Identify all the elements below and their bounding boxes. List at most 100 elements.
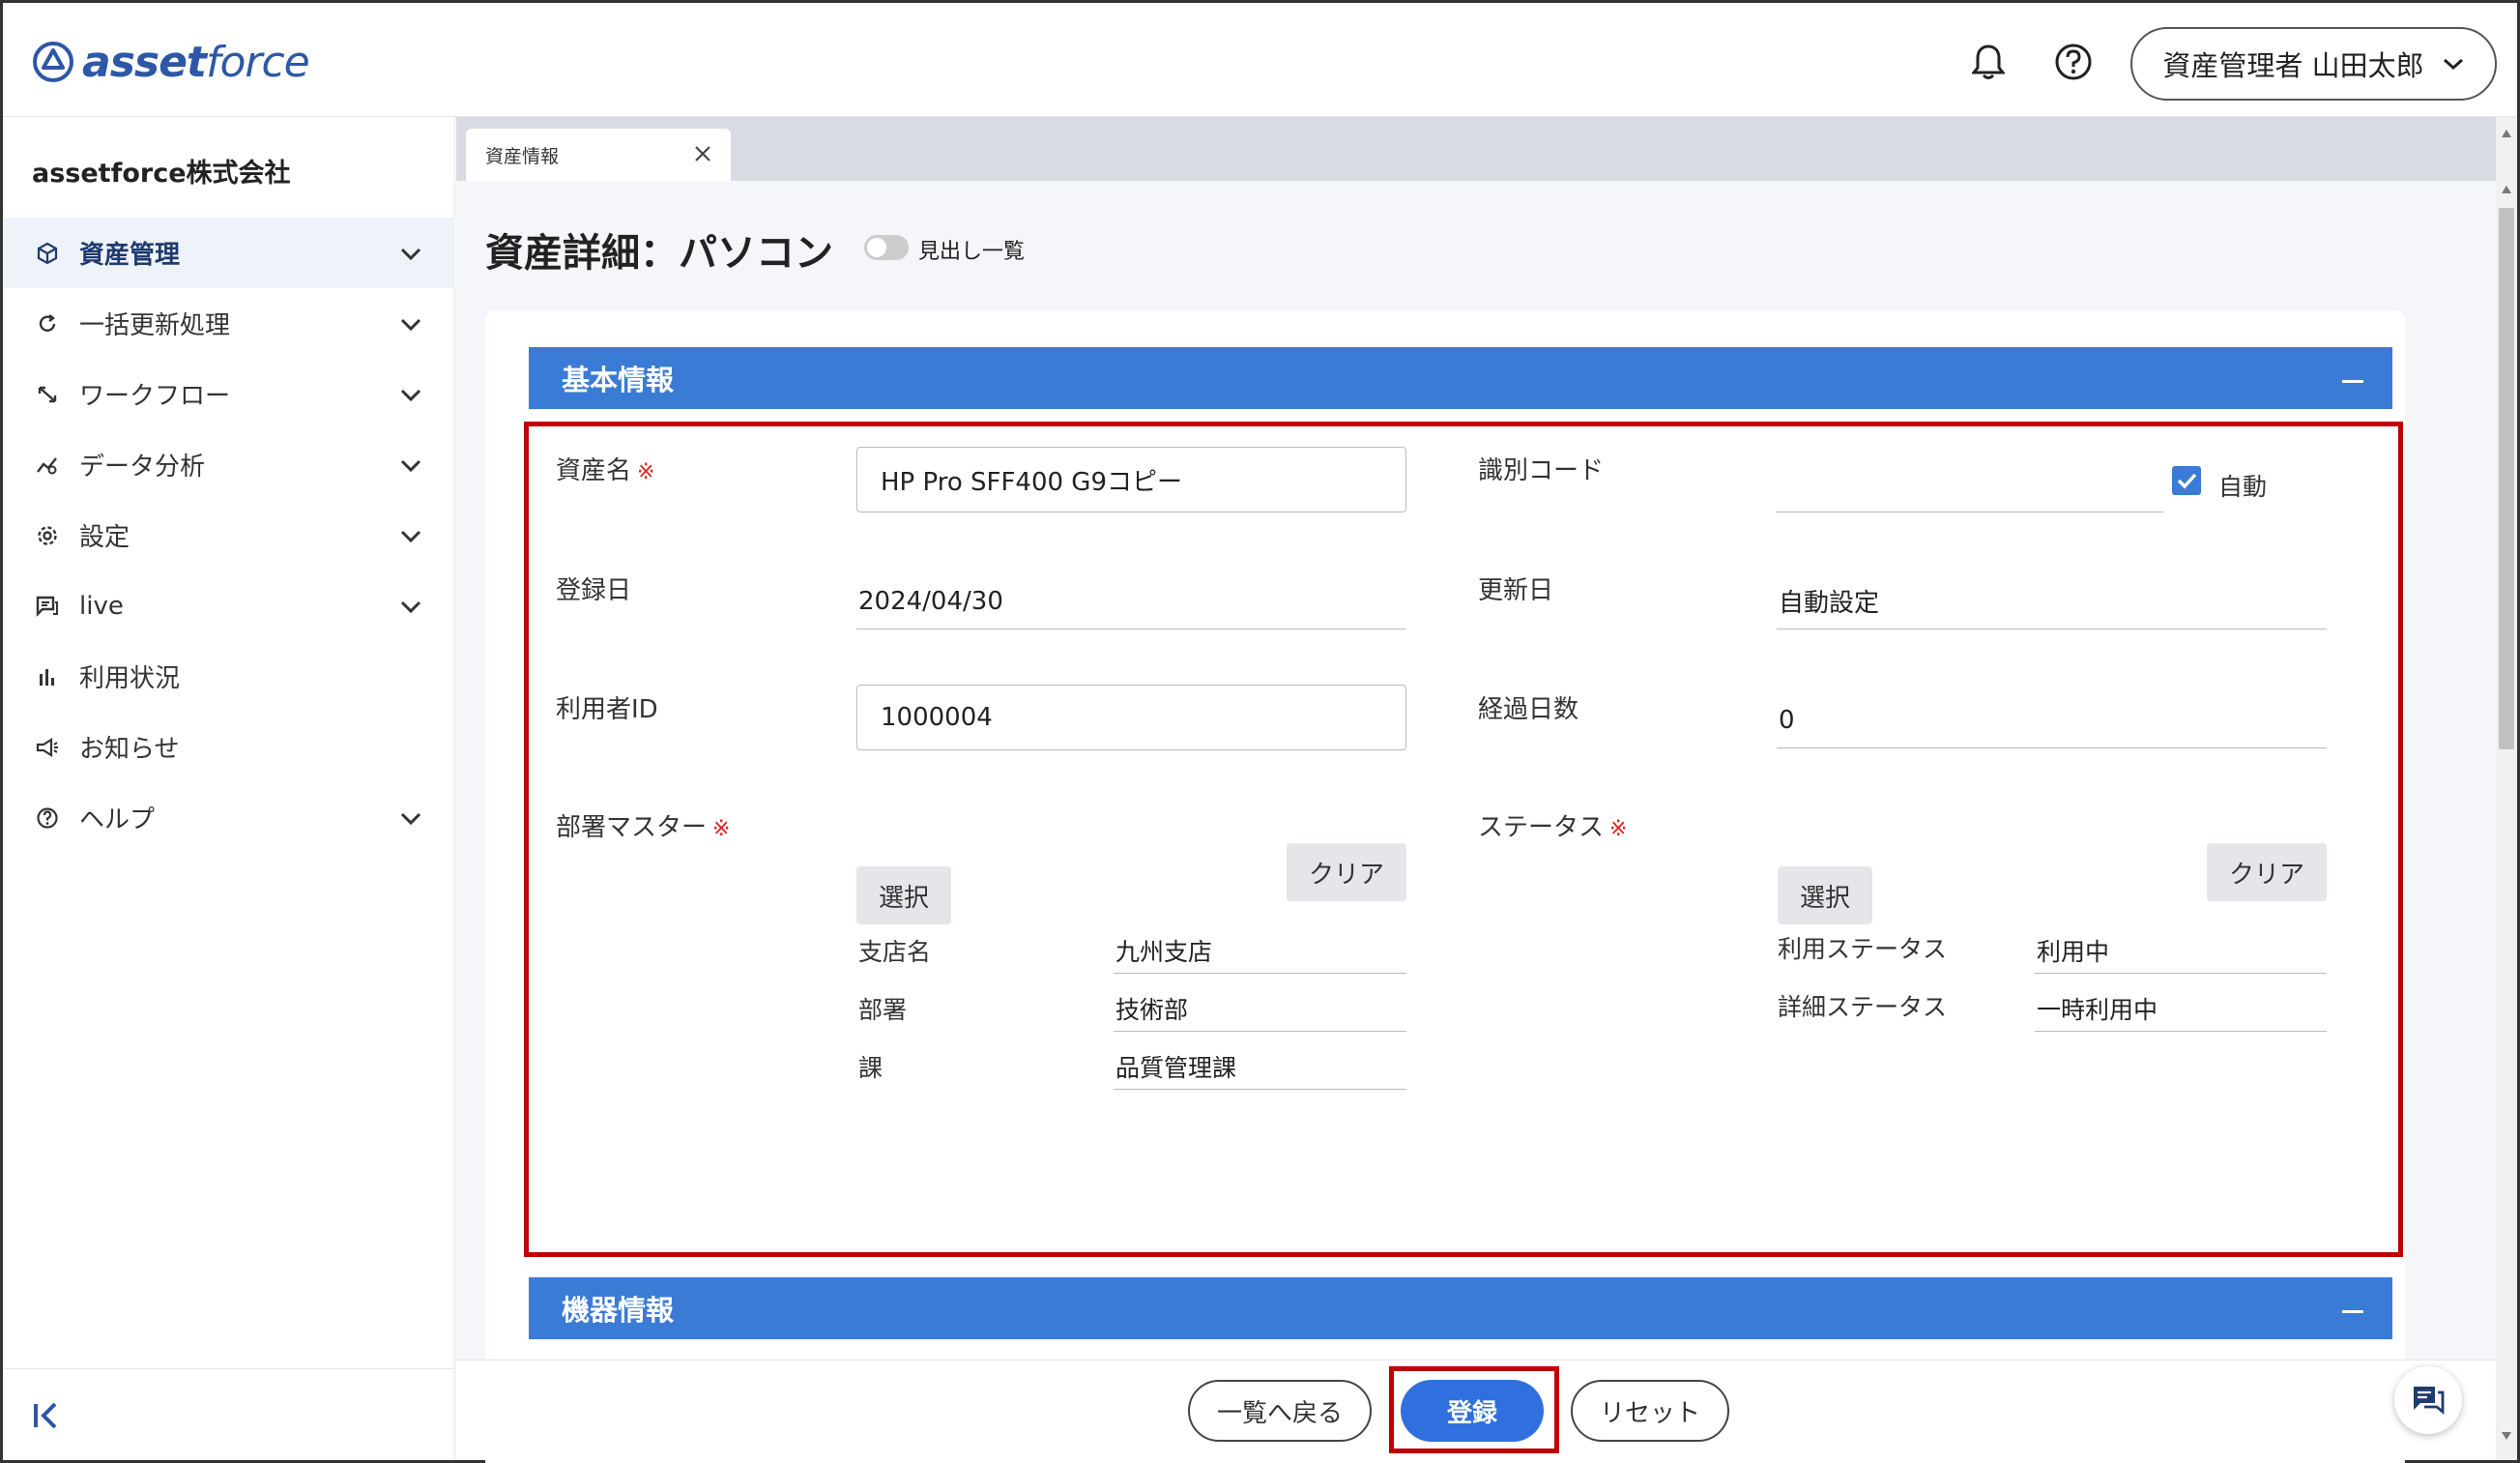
collapse-sidebar-icon[interactable] <box>30 1398 65 1433</box>
chevron-down-icon <box>400 530 421 543</box>
sidebar-item-label: データ分析 <box>79 453 206 482</box>
status-label: ステータス ※ <box>1478 813 1628 842</box>
updated-date-value: 自動設定 <box>1777 573 2327 629</box>
megaphone-icon <box>35 735 60 760</box>
logo-mark-icon <box>33 42 73 82</box>
chevron-down-icon <box>400 812 421 826</box>
collapse-minus-icon[interactable] <box>2342 1310 2363 1313</box>
highlight-box <box>524 422 2403 1257</box>
section-title: 機器情報 <box>562 1294 675 1327</box>
close-icon[interactable] <box>692 143 713 164</box>
sidebar-item-label: 設定 <box>79 523 130 552</box>
section-basic-info[interactable]: 基本情報 <box>529 347 2392 409</box>
chevron-down-icon <box>400 318 421 332</box>
user-menu-button[interactable]: 資産管理者 山田太郎 <box>2130 27 2497 101</box>
detail-status-label: 詳細ステータス <box>1778 993 1948 1021</box>
sidebar-item-usage[interactable]: 利用状況 <box>3 641 455 712</box>
tab-asset-info[interactable]: 資産情報 <box>466 129 731 181</box>
box-icon <box>35 241 60 266</box>
department-clear-button[interactable]: クリア <box>1287 843 1406 901</box>
id-code-field[interactable] <box>1777 456 2163 512</box>
sidebar-item-bulk-update[interactable]: 一括更新処理 <box>3 288 455 359</box>
scroll-up-arrow-icon[interactable] <box>2501 185 2512 194</box>
usage-status-label: 利用ステータス <box>1778 935 1948 963</box>
auto-checkbox[interactable] <box>2172 466 2201 495</box>
back-to-list-button[interactable]: 一覧へ戻る <box>1188 1380 1372 1442</box>
scrollbar-thumb[interactable] <box>2499 208 2514 749</box>
sidebar-item-label: 利用状況 <box>79 664 181 693</box>
elapsed-days-label: 経過日数 <box>1478 695 1579 724</box>
sidebar: assetforce株式会社 資産管理 一括更新処理 ワークフロー データ分析 … <box>3 117 455 1460</box>
chat-icon <box>2414 1387 2445 1415</box>
section-value: 品質管理課 <box>1114 1043 1406 1090</box>
chevron-down-icon <box>400 459 421 473</box>
gear-icon <box>35 523 60 548</box>
sidebar-item-label: 資産管理 <box>79 241 181 270</box>
sidebar-item-label: live <box>79 591 124 621</box>
top-header: assetforce 資産管理者 山田太郎 <box>3 3 2517 117</box>
tab-label: 資産情報 <box>485 145 560 167</box>
tab-bar: 資産情報 <box>456 117 2496 181</box>
sidebar-item-label: お知らせ <box>79 735 180 764</box>
scroll-down-arrow-icon[interactable] <box>2501 1431 2512 1441</box>
registered-date-label: 登録日 <box>556 576 632 605</box>
company-name: assetforce株式会社 <box>32 159 291 189</box>
sidebar-nav: 資産管理 一括更新処理 ワークフロー データ分析 設定 live 利用状況 お知… <box>3 218 455 853</box>
analytics-icon <box>35 453 60 478</box>
sidebar-item-data-analysis[interactable]: データ分析 <box>3 429 455 500</box>
department-label: 部署 <box>858 996 908 1024</box>
chat-icon <box>35 594 60 619</box>
collapse-minus-icon[interactable] <box>2342 380 2363 383</box>
user-id-input[interactable]: 1000004 <box>856 685 1406 750</box>
branch-name-label: 支店名 <box>858 938 932 966</box>
user-id-label: 利用者ID <box>556 695 658 724</box>
elapsed-days-value: 0 <box>1777 692 2327 748</box>
chat-support-button[interactable] <box>2394 1366 2462 1434</box>
section-device-info[interactable]: 機器情報 <box>529 1277 2392 1339</box>
reset-button[interactable]: リセット <box>1571 1380 1729 1442</box>
sidebar-item-asset-management[interactable]: 資産管理 <box>3 218 455 288</box>
sidebar-item-settings[interactable]: 設定 <box>3 500 455 571</box>
status-clear-button[interactable]: クリア <box>2207 843 2327 901</box>
sidebar-item-label: ヘルプ <box>79 805 156 834</box>
detail-status-value: 一時利用中 <box>2035 985 2327 1032</box>
help-icon <box>35 805 60 831</box>
sidebar-item-label: ワークフロー <box>79 382 231 411</box>
bar-chart-icon <box>35 664 60 689</box>
sidebar-footer <box>3 1368 455 1460</box>
sidebar-item-help[interactable]: ヘルプ <box>3 782 455 853</box>
chevron-down-icon <box>400 248 421 261</box>
checkmark-icon <box>2177 473 2197 489</box>
asset-name-input[interactable]: HP Pro SFF400 G9コピー <box>856 447 1406 512</box>
status-select-button[interactable]: 選択 <box>1778 866 1872 924</box>
heading-list-toggle[interactable] <box>864 235 909 260</box>
workflow-icon <box>35 382 60 407</box>
updated-date-label: 更新日 <box>1478 576 1554 605</box>
help-circle-icon[interactable] <box>2051 40 2096 84</box>
department-master-label: 部署マスター ※ <box>556 813 731 842</box>
sidebar-item-workflow[interactable]: ワークフロー <box>3 359 455 429</box>
chevron-down-icon <box>2443 58 2463 71</box>
page-title: 資産詳細：パソコン <box>485 231 833 276</box>
assetforce-logo[interactable]: assetforce <box>32 37 310 87</box>
register-highlight-box <box>1389 1366 1559 1453</box>
toggle-label: 見出し一覧 <box>918 240 1026 264</box>
sidebar-item-label: 一括更新処理 <box>79 311 231 340</box>
scroll-up-arrow-icon[interactable] <box>2501 129 2512 138</box>
refresh-icon <box>35 311 60 336</box>
bell-icon[interactable] <box>1966 40 2011 84</box>
asset-name-label: 資産名 ※ <box>556 456 655 485</box>
department-select-button[interactable]: 選択 <box>856 866 951 924</box>
department-value: 技術部 <box>1114 985 1406 1032</box>
chevron-down-icon <box>400 389 421 402</box>
branch-name-value: 九州支店 <box>1114 927 1406 974</box>
logo-text: assetforce <box>82 37 310 87</box>
user-name: 資産管理者 山田太郎 <box>2162 49 2424 82</box>
auto-label: 自動 <box>2218 473 2268 501</box>
id-code-label: 識別コード <box>1478 456 1605 485</box>
chevron-down-icon <box>400 600 421 614</box>
sidebar-item-live[interactable]: live <box>3 571 455 641</box>
section-title: 基本情報 <box>562 364 675 396</box>
section-label: 課 <box>858 1054 883 1082</box>
sidebar-item-notices[interactable]: お知らせ <box>3 712 455 782</box>
